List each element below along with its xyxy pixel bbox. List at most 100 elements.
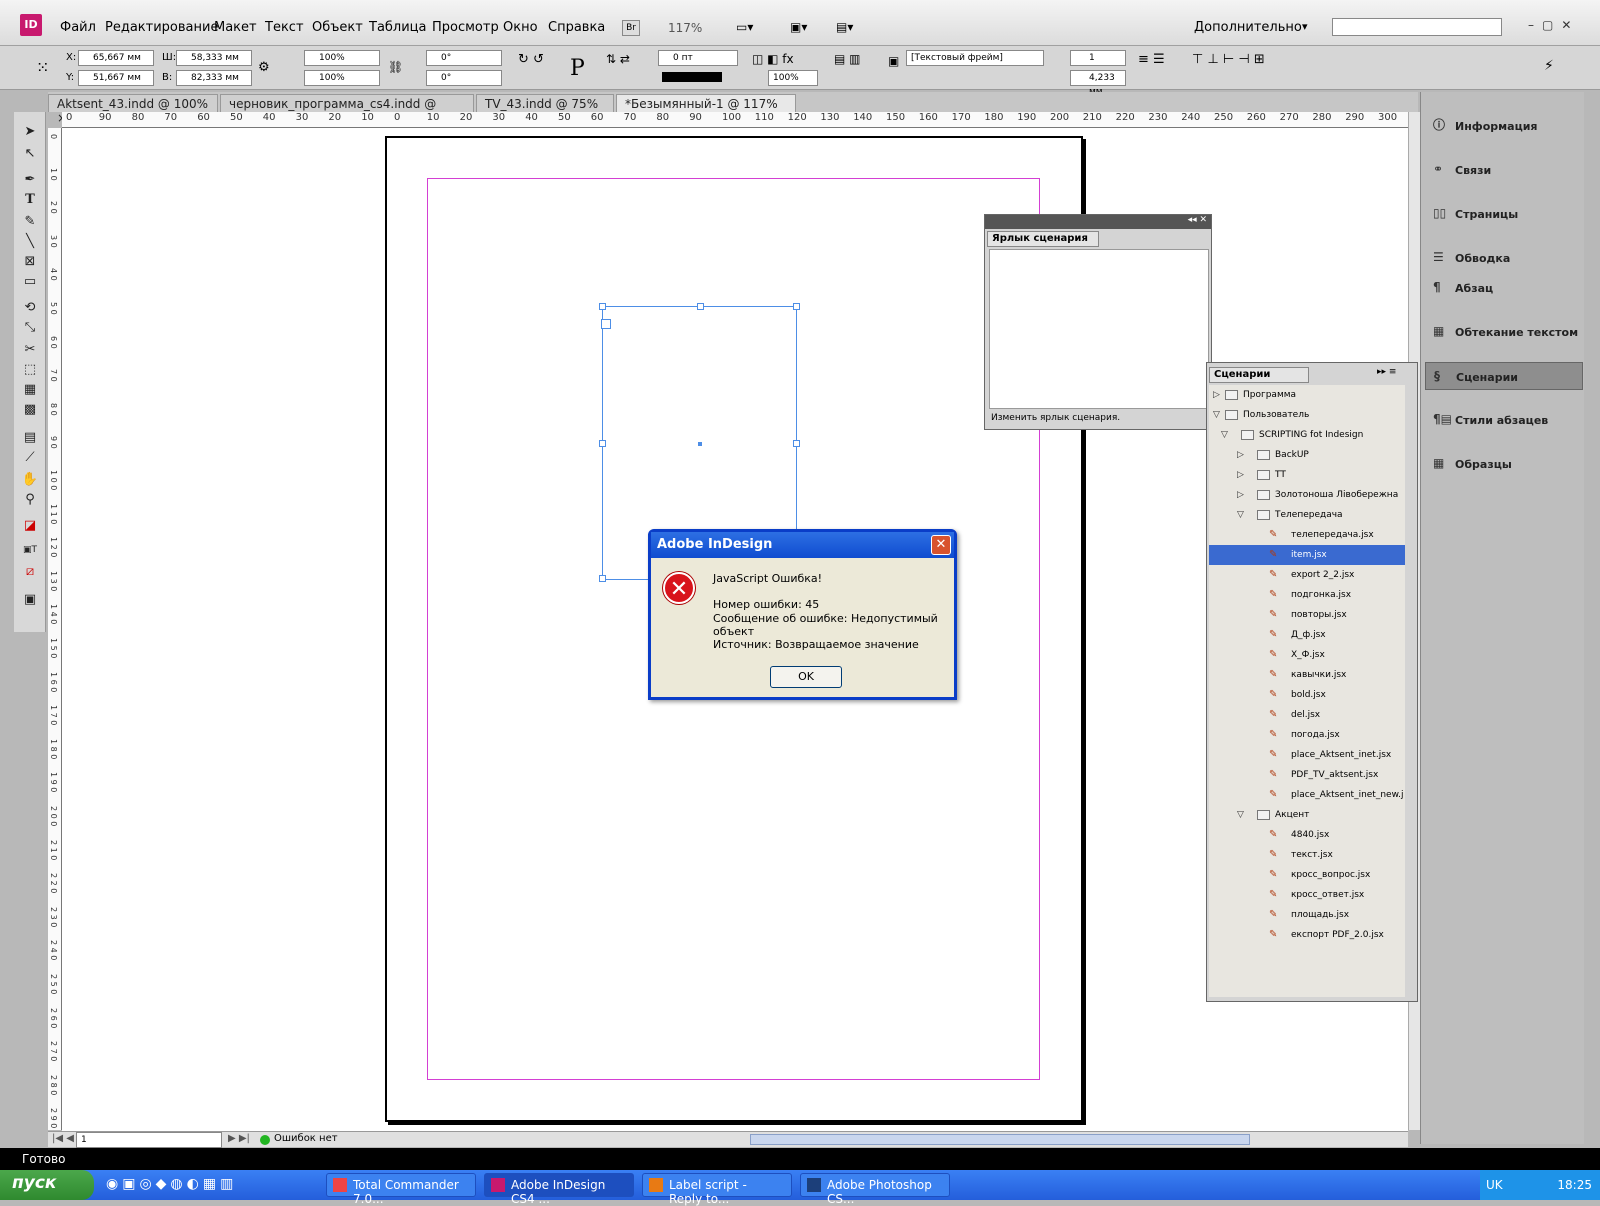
stroke-weight-field[interactable]: 0 пт [658,50,738,66]
ok-button[interactable]: OK [770,666,842,688]
script-item[interactable]: ✎ 4840.jsx [1209,825,1405,845]
opacity-field[interactable]: 100% [768,70,818,86]
type-tool-icon[interactable]: T [20,190,40,210]
horizontal-scroll-thumb[interactable] [750,1134,1250,1145]
window-controls[interactable]: –▢✕ [1528,18,1579,32]
chain-icon[interactable]: ⛓ [388,60,403,74]
script-item[interactable]: ✎ кавычки.jsx [1209,665,1405,685]
dock-paragraph-styles[interactable]: ¶▤ Стили абзацев [1425,406,1583,434]
task-photoshop[interactable]: Adobe Photoshop CS... [800,1173,950,1206]
script-item[interactable]: ✎ повторы.jsx [1209,605,1405,625]
script-folder[interactable]: ▷ Золотоноша Лівобережна [1209,485,1405,505]
script-item[interactable]: ✎ Д_ф.jsx [1209,625,1405,645]
script-item[interactable]: ✎ Х_Ф.jsx [1209,645,1405,665]
x-field[interactable]: 65,667 мм [78,50,154,66]
scale-x-field[interactable]: 100% [304,50,380,66]
constrain-icon[interactable]: ⚙ [258,60,270,75]
shear-field[interactable]: 0° [426,70,502,86]
script-item[interactable]: ✎ погода.jsx [1209,725,1405,745]
search-input[interactable] [1332,18,1502,36]
menu-help[interactable]: Справка [548,20,605,35]
disclosure-triangle-icon[interactable]: ▽ [1237,805,1244,825]
measure-tool-icon[interactable]: ⟋ [20,448,40,468]
selection-tool-icon[interactable]: ➤ [20,122,40,142]
zoom-level[interactable]: 117% [668,21,702,35]
page-number-field[interactable]: 1 [76,1132,222,1148]
menu-table[interactable]: Таблица [369,20,427,35]
view-options-icon[interactable]: ▭▾ [736,20,753,34]
paragraph-icon[interactable]: P [570,56,585,81]
tab-chernovik[interactable]: черновик_программа_cs4.indd @ 125% × [220,94,474,125]
tab-untitled[interactable]: *Безымянный-1 @ 117% × [616,94,796,125]
script-folder[interactable]: ▽ Акцент [1209,805,1405,825]
dock-swatches[interactable]: ▦ Образцы [1425,450,1583,478]
frame-handle[interactable] [599,440,606,447]
text-frame-options-icon[interactable]: ▤ ▥ [834,52,861,66]
direct-selection-tool-icon[interactable]: ↖ [20,144,40,164]
script-item[interactable]: ✎ кросс_ответ.jsx [1209,885,1405,905]
script-item[interactable]: ✎ del.jsx [1209,705,1405,725]
note-tool-icon[interactable]: ▤ [20,428,40,448]
object-style-select[interactable]: [Текстовый фрейм] [906,50,1044,66]
dock-stroke[interactable]: ☰ Обводка [1425,244,1583,272]
script-folder[interactable]: ▽ Телепередача [1209,505,1405,525]
disclosure-triangle-icon[interactable]: ▷ [1237,465,1244,485]
fill-stroke-icon[interactable]: ◪ [20,516,40,536]
chevron-down-icon[interactable]: ▾ [1302,20,1308,33]
menu-type[interactable]: Текст [265,20,304,35]
stroke-type-swatch[interactable] [662,72,722,82]
frame-handle[interactable] [793,440,800,447]
task-firefox[interactable]: Label script - Reply to... [642,1173,792,1206]
gradient-tool-icon[interactable]: ▦ [20,380,40,400]
scale-y-field[interactable]: 100% [304,70,380,86]
in-port-icon[interactable] [601,319,611,329]
task-total-commander[interactable]: Total Commander 7.0... [326,1173,476,1206]
script-item[interactable]: ✎ export 2_2.jsx [1209,565,1405,585]
script-item[interactable]: ✎ bold.jsx [1209,685,1405,705]
script-item[interactable]: ✎ текст.jsx [1209,845,1405,865]
screen-mode-tool-icon[interactable]: ▣ [20,590,40,610]
scale-tool-icon[interactable]: ⤡ [20,318,40,338]
frame-handle[interactable] [793,303,800,310]
disclosure-triangle-icon[interactable]: ▷ [1213,385,1220,405]
script-item[interactable]: ✎ площадь.jsx [1209,905,1405,925]
close-icon[interactable]: ◂◂ ✕ [1188,215,1211,225]
script-folder[interactable]: ▷ Программа [1209,385,1405,405]
rotate-tool-icon[interactable]: ⟲ [20,298,40,318]
rotate-field[interactable]: 0° [426,50,502,66]
script-item[interactable]: ✎ експорт PDF_2.0.jsx [1209,925,1405,945]
rotate-icon[interactable]: ↻ ↺ [518,52,544,67]
quick-apply-icon[interactable]: ⚡ [1544,58,1554,74]
hand-tool-icon[interactable]: ✋ [20,470,40,490]
tab-aktsent[interactable]: Aktsent_43.indd @ 100% × [48,94,218,125]
disclosure-triangle-icon[interactable]: ▷ [1237,445,1244,465]
tab-tv43[interactable]: TV_43.indd @ 75% × [476,94,614,125]
script-folder[interactable]: ▷ BackUP [1209,445,1405,465]
pen-tool-icon[interactable]: ✒ [20,170,40,190]
frame-handle[interactable] [599,303,606,310]
dock-paragraph[interactable]: ¶ Абзац [1425,274,1583,302]
arrange-docs-icon[interactable]: ▤▾ [836,20,853,34]
start-button[interactable]: пуск [0,1170,94,1200]
next-page-icon[interactable]: ▶ ▶| [228,1133,250,1144]
align-icon[interactable]: ≡ ☰ [1138,52,1165,67]
workspace-switcher[interactable]: Дополнительно [1194,20,1302,35]
dock-pages[interactable]: ▯▯ Страницы [1425,200,1583,228]
reference-point-icon[interactable]: ⁙ [36,58,49,77]
h-field[interactable]: 82,333 мм [176,70,252,86]
script-folder[interactable]: ▷ TT [1209,465,1405,485]
script-item[interactable]: ✎ PDF_TV_aktsent.jsx [1209,765,1405,785]
script-item[interactable]: ✎ подгонка.jsx [1209,585,1405,605]
panel-menu-icon[interactable]: ▸▸ ≡ [1377,367,1396,377]
distribute-icon[interactable]: ⊤ ⊥ ⊢ ⊣ ⊞ [1192,52,1265,67]
line-tool-icon[interactable]: ╲ [20,232,40,252]
formatting-affects-icon[interactable]: ▣T [20,540,40,560]
w-field[interactable]: 58,333 мм [176,50,252,66]
zoom-tool-icon[interactable]: ⚲ [20,490,40,510]
disclosure-triangle-icon[interactable]: ▽ [1221,425,1228,445]
gradient-feather-tool-icon[interactable]: ▩ [20,400,40,420]
menu-object[interactable]: Объект [312,20,363,35]
dock-scripts[interactable]: § Сценарии [1425,362,1583,390]
panel-header[interactable]: ◂◂ ✕ [985,215,1211,229]
screen-mode-icon[interactable]: ▣▾ [790,20,807,34]
